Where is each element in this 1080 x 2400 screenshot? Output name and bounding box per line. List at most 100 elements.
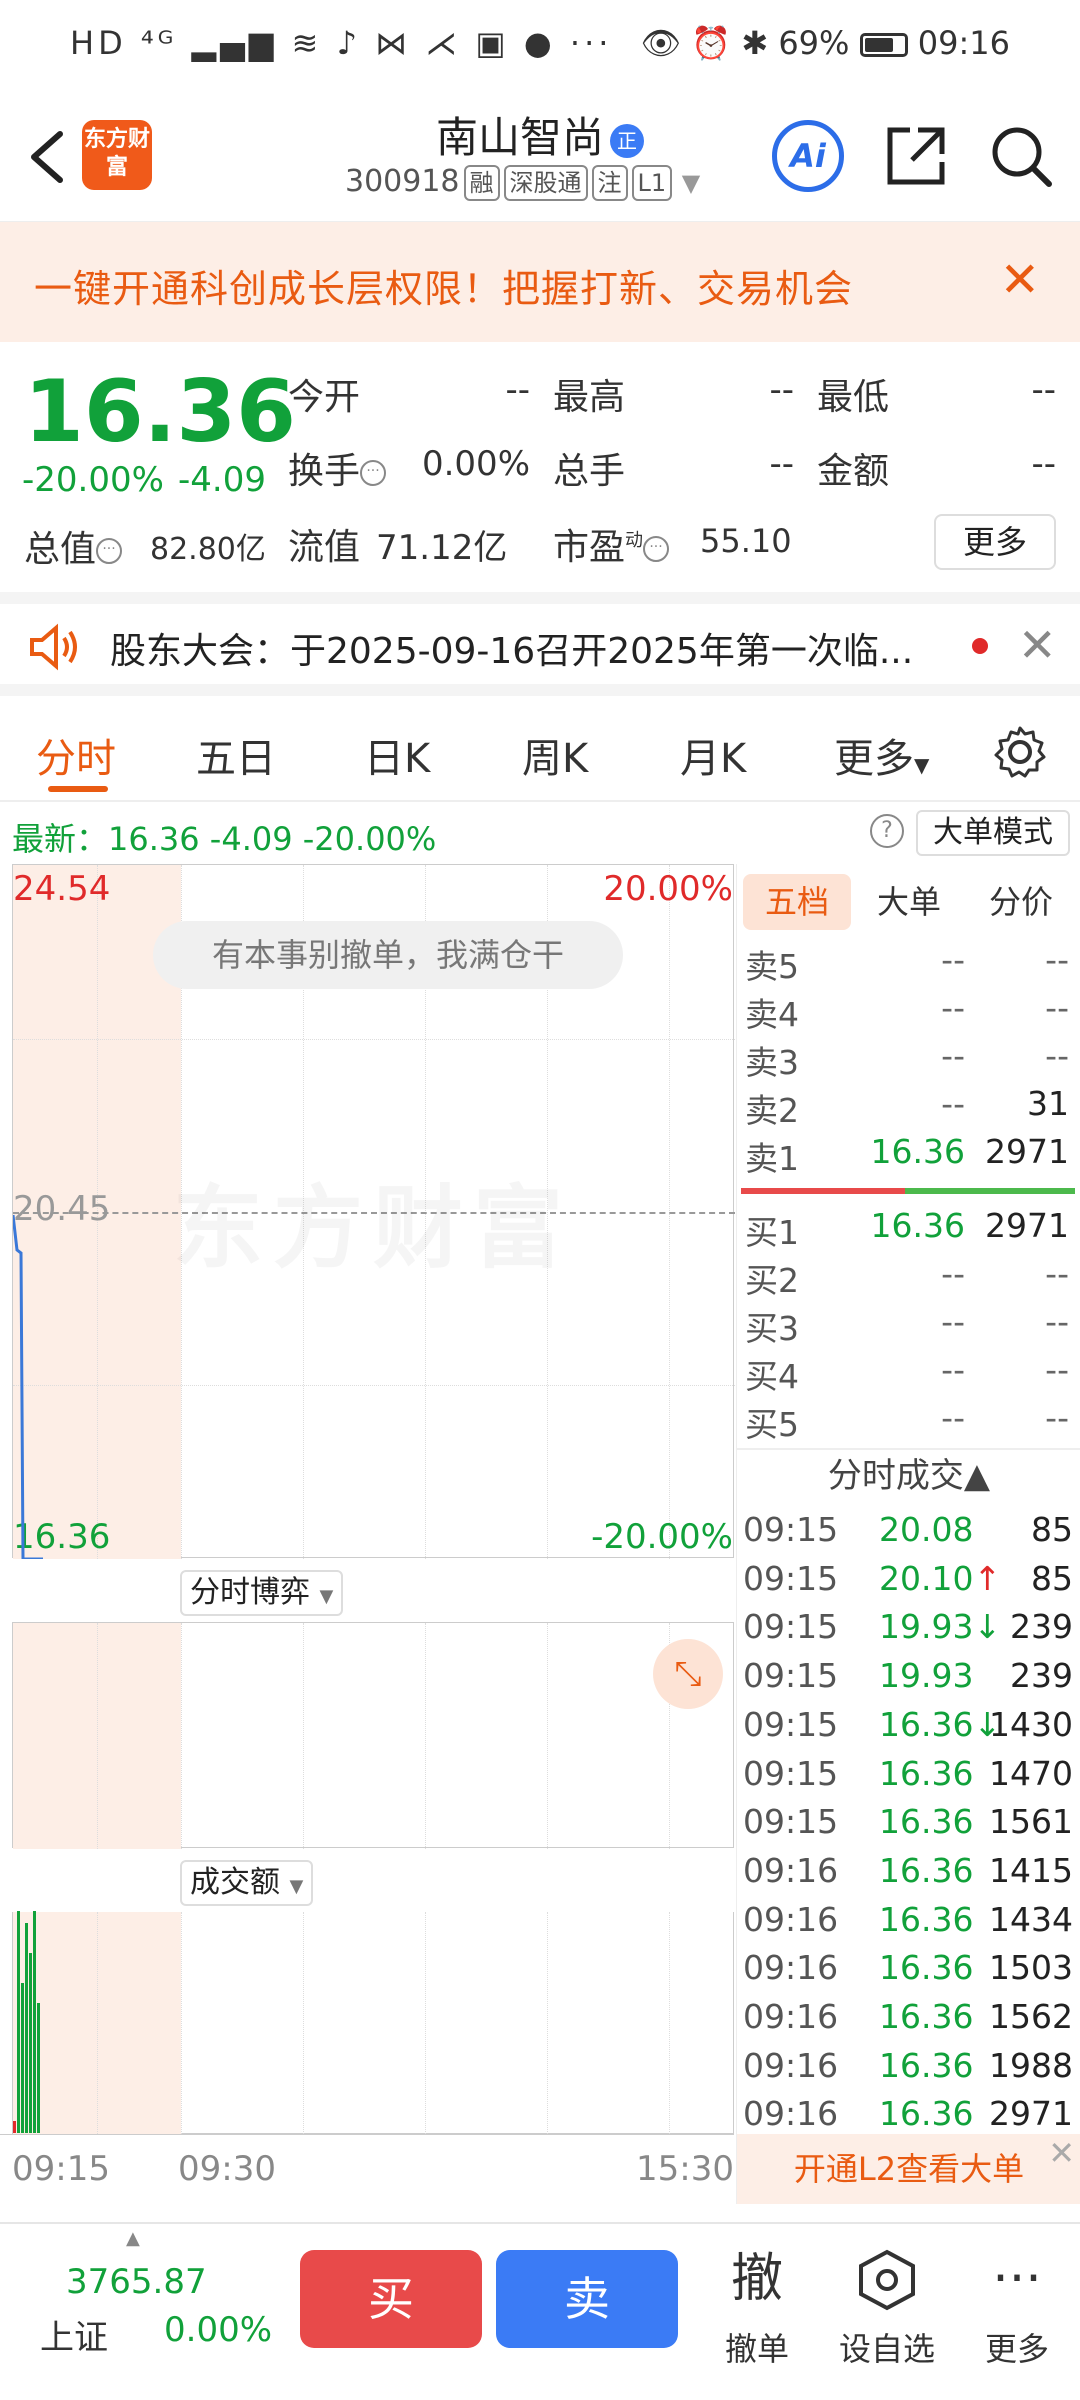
tab-underline: [48, 786, 108, 792]
tab-price-dist[interactable]: 分价: [967, 874, 1075, 930]
clock: 09:16: [917, 24, 1010, 62]
trade-row: 09:16 16.36 1988: [737, 2046, 1080, 2094]
trade-time: 09:15: [743, 1656, 839, 1696]
volume-value: --: [769, 444, 794, 484]
current-price: 16.36: [24, 362, 297, 462]
sell-button[interactable]: 卖: [496, 2250, 678, 2348]
bid-level-label: 买4: [745, 1357, 799, 1396]
trade-price: 16.36↓: [879, 1704, 1002, 1744]
close-icon[interactable]: ✕: [1000, 252, 1040, 308]
tab-five-levels[interactable]: 五档: [743, 874, 851, 930]
tab-weekly-k[interactable]: 周K: [522, 726, 588, 784]
indicator-dropdown[interactable]: 分时博弈 ▼: [180, 1570, 344, 1616]
trade-price: 16.36: [879, 1850, 974, 1890]
info-dots-icon[interactable]: ···: [360, 460, 387, 486]
trade-time: 09:15: [743, 1704, 839, 1744]
big-order-mode-button[interactable]: 大单模式: [916, 810, 1070, 856]
latest-quote-row: 最新：16.36 -4.09 -20.00% ? 大单模式: [0, 802, 1080, 862]
bid-level-label: 买3: [745, 1309, 799, 1348]
trade-time: 09:15: [743, 1802, 839, 1842]
bid-row[interactable]: 买1 16.36 2971: [737, 1206, 1077, 1254]
bid-price: --: [941, 1350, 965, 1389]
spread-divider: [741, 1188, 1075, 1194]
ask-row[interactable]: 卖4 -- --: [737, 988, 1077, 1036]
ask-row[interactable]: 卖2 -- 31: [737, 1084, 1077, 1132]
trade-time: 09:16: [743, 2094, 839, 2134]
tab-more[interactable]: 更多▼: [834, 726, 929, 784]
tab-big-orders[interactable]: 大单: [855, 874, 963, 930]
trade-price: 16.36: [879, 2094, 974, 2134]
trade-volume: 1988: [989, 2045, 1073, 2085]
market-cap-value: 82.80亿: [150, 532, 266, 567]
tab-monthly-k[interactable]: 月K: [680, 726, 746, 784]
quote-panel: 16.36 -20.00% -4.09 今开 -- 最高 -- 最低 -- 换手…: [0, 342, 1080, 592]
volume-bar: [13, 2121, 16, 2133]
volume-chart[interactable]: [12, 1911, 734, 2134]
bid-level-label: 买2: [745, 1261, 799, 1300]
index-value: 3765.87: [66, 2262, 207, 2302]
bid-row[interactable]: 买2 -- --: [737, 1254, 1077, 1302]
bid-volume: --: [1045, 1254, 1069, 1293]
more-button[interactable]: ··· 更多: [962, 2244, 1072, 2370]
bid-volume: --: [1045, 1398, 1069, 1437]
trade-time: 09:15: [743, 1510, 839, 1549]
expand-icon[interactable]: ⤡: [653, 1639, 723, 1709]
volume-dropdown[interactable]: 成交额 ▼: [180, 1860, 314, 1906]
trade-volume: 1470: [989, 1753, 1073, 1793]
trade-volume: 239: [1010, 1607, 1073, 1647]
bid-row[interactable]: 买3 -- --: [737, 1302, 1077, 1350]
ask-row[interactable]: 卖5 -- --: [737, 940, 1077, 988]
trade-row: 09:15 16.36 1470: [737, 1754, 1080, 1802]
amount-value: --: [1031, 444, 1056, 484]
indicator-chart[interactable]: ⤡: [12, 1622, 734, 1849]
tab-intraday[interactable]: 分时: [36, 726, 116, 784]
stock-name: 南山智尚: [435, 113, 604, 162]
help-icon[interactable]: ?: [870, 814, 904, 848]
cancel-label: 撤单: [724, 2330, 789, 2368]
badge-registered: 注: [591, 165, 628, 201]
ask-price: --: [941, 940, 965, 979]
alarm-icon: ⏰: [691, 24, 732, 62]
l2-upgrade-banner[interactable]: 开通L2查看大单 ✕: [737, 2134, 1080, 2204]
ask-volume: 31: [1027, 1084, 1069, 1123]
order-book-panel: 五档 大单 分价 卖5 -- -- 卖4 -- -- 卖3 -- -- 卖2 -- 31 卖1 16.36…: [736, 864, 1080, 2204]
bid-row[interactable]: 买5 -- --: [737, 1398, 1077, 1446]
gear-icon[interactable]: [992, 724, 1048, 780]
ask-price: --: [941, 988, 965, 1027]
close-icon[interactable]: ✕: [1018, 618, 1057, 672]
bid-volume: 2971: [985, 1206, 1069, 1245]
stock-subtitle[interactable]: 300918 融深股通注 L1 ▼: [345, 164, 700, 201]
ask-row[interactable]: 卖1 16.36 2971: [737, 1132, 1077, 1180]
cancel-order-button[interactable]: 撤 撤单: [702, 2244, 812, 2370]
search-button[interactable]: [985, 120, 1057, 192]
bid-price: --: [941, 1302, 965, 1341]
float-cap-label: 流值: [288, 527, 361, 568]
badge-connect: 深股通: [503, 165, 588, 201]
trade-price: 20.10↑: [879, 1558, 1002, 1598]
info-dots-icon[interactable]: ···: [96, 538, 123, 564]
promo-banner[interactable]: 一键开通科创成长层权限！把握打新、交易机会 ✕: [0, 222, 1080, 342]
tab-five-day[interactable]: 五日: [196, 726, 276, 784]
more-quote-button[interactable]: 更多: [934, 514, 1056, 570]
share-button[interactable]: [880, 120, 952, 192]
bid-price: --: [941, 1398, 965, 1437]
promo-text: 一键开通科创成长层权限！把握打新、交易机会: [34, 267, 854, 311]
announcement-bar[interactable]: 股东大会：于2025-09-16召开2025年第一次临... ✕: [0, 592, 1080, 696]
speaker-icon: [30, 623, 77, 671]
bid-price: --: [941, 1254, 965, 1293]
close-icon[interactable]: ✕: [1048, 2136, 1075, 2170]
info-dots-icon[interactable]: ···: [643, 536, 670, 562]
ai-button[interactable]: Ai: [772, 120, 844, 192]
ask-row[interactable]: 卖3 -- --: [737, 1036, 1077, 1084]
intraday-chart[interactable]: 东方财富 有本事别撤单，我满仓干 24.54 20.45 16.36 20.00…: [12, 864, 735, 1559]
battery-icon: [859, 33, 908, 57]
trades-title[interactable]: 分时成交▲: [737, 1448, 1080, 1500]
buy-button[interactable]: 买: [300, 2250, 482, 2348]
trade-row: 09:15 16.36 1561: [737, 1802, 1080, 1850]
tab-daily-k[interactable]: 日K: [364, 726, 430, 784]
trade-price: 16.36: [879, 1997, 974, 2036]
add-watchlist-button[interactable]: 设自选: [832, 2244, 942, 2370]
ask-level-label: 卖4: [745, 995, 799, 1034]
bid-row[interactable]: 买4 -- --: [737, 1350, 1077, 1398]
ask-level-label: 卖3: [745, 1043, 799, 1082]
